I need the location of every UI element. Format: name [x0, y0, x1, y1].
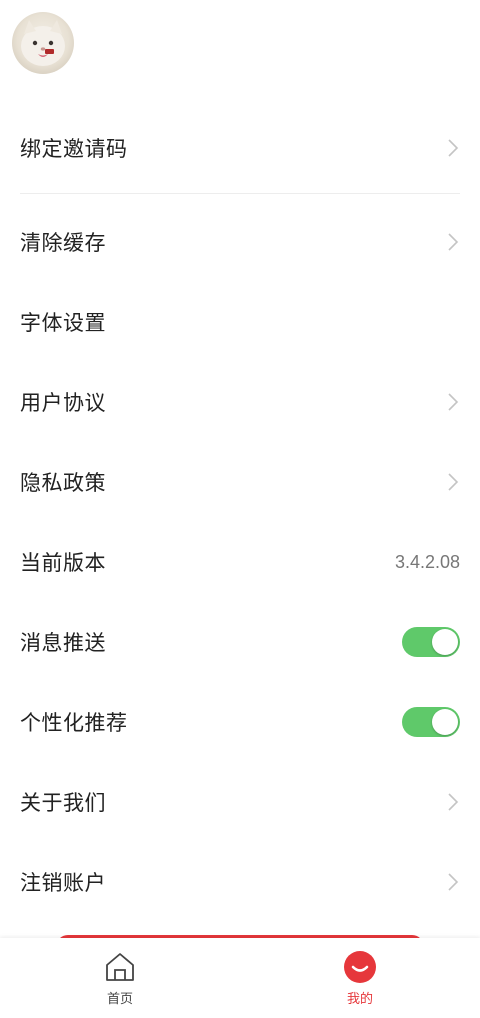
- personalized-recommendation-toggle[interactable]: [402, 707, 460, 737]
- tab-mine[interactable]: 我的: [300, 938, 420, 1018]
- settings-row-label: 当前版本: [20, 551, 106, 575]
- settings-row-label: 消息推送: [20, 631, 106, 655]
- toggle-knob: [432, 709, 458, 735]
- smile-profile-icon: [343, 950, 377, 984]
- settings-row-privacy-policy[interactable]: 隐私政策: [20, 452, 460, 512]
- settings-row-label: 用户协议: [20, 391, 106, 415]
- chevron-right-icon: [446, 138, 460, 158]
- settings-row-user-agreement[interactable]: 用户协议: [20, 372, 460, 432]
- tab-home[interactable]: 首页: [60, 938, 180, 1018]
- cat-avatar-icon: [21, 20, 65, 66]
- settings-row-delete-account[interactable]: 注销账户: [20, 852, 460, 912]
- toggle-knob: [432, 629, 458, 655]
- settings-row-label: 字体设置: [20, 311, 106, 335]
- push-notifications-toggle[interactable]: [402, 627, 460, 657]
- bottom-tab-bar: 首页 我的: [0, 938, 480, 1018]
- settings-row-about-us[interactable]: 关于我们: [20, 772, 460, 832]
- settings-row-label: 注销账户: [20, 871, 106, 895]
- settings-row-personalized-recommendation: 个性化推荐: [20, 692, 460, 752]
- tab-home-label: 首页: [106, 992, 133, 1007]
- settings-row-version: 当前版本 3.4.2.08: [20, 532, 460, 592]
- settings-row-invite-code[interactable]: 绑定邀请码: [20, 118, 460, 178]
- settings-row-clear-cache[interactable]: 清除缓存: [20, 212, 460, 272]
- settings-row-label: 关于我们: [20, 791, 106, 815]
- section-divider: [20, 193, 460, 194]
- chevron-right-icon: [446, 872, 460, 892]
- settings-row-label: 清除缓存: [20, 231, 106, 255]
- chevron-right-icon: [446, 472, 460, 492]
- settings-row-label: 绑定邀请码: [20, 137, 128, 161]
- avatar[interactable]: [12, 12, 74, 74]
- chevron-right-icon: [446, 792, 460, 812]
- tab-mine-label: 我的: [346, 992, 373, 1007]
- settings-row-label: 个性化推荐: [20, 711, 128, 735]
- settings-row-label: 隐私政策: [20, 471, 106, 495]
- chevron-right-icon: [446, 392, 460, 412]
- settings-row-font[interactable]: 字体设置: [20, 292, 460, 352]
- version-value: 3.4.2.08: [394, 551, 460, 572]
- settings-row-push-notifications: 消息推送: [20, 612, 460, 672]
- home-icon: [103, 950, 137, 984]
- chevron-right-icon: [446, 232, 460, 252]
